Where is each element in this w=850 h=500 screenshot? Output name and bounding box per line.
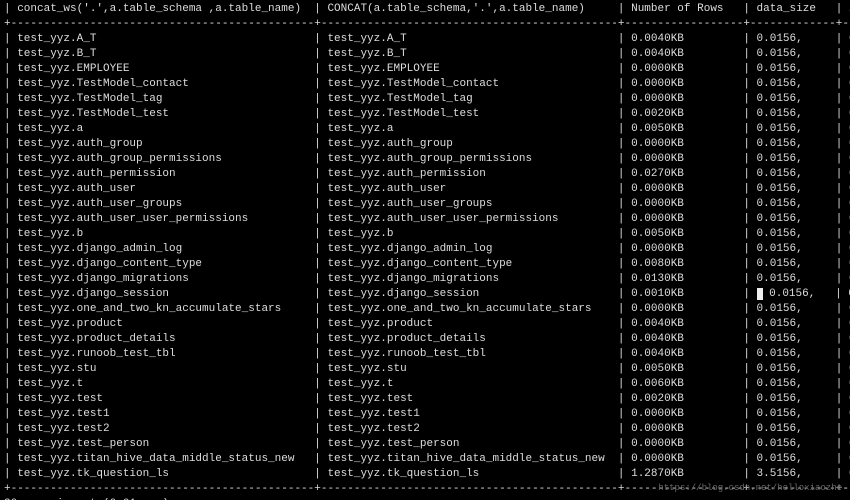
- watermark-text: https://blog.csdn.net/helloxiaozhe: [658, 481, 842, 496]
- terminal-output: | concat_ws('.',a.table_schema ,a.table_…: [0, 0, 850, 500]
